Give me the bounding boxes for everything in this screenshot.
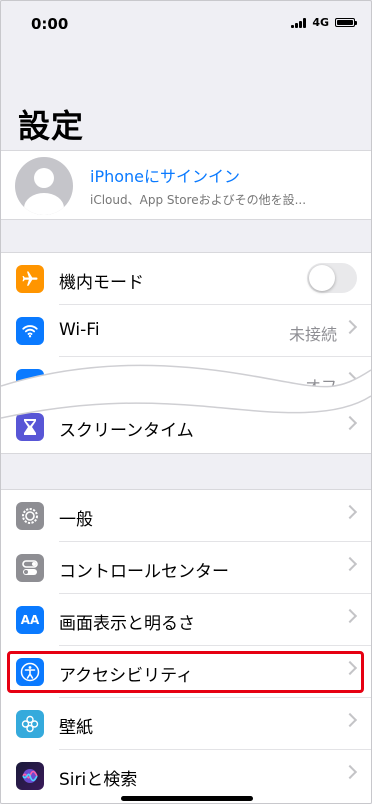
battery-icon [335,18,357,27]
avatar-icon [15,157,73,215]
wifi-label: Wi-Fi [59,320,100,340]
chevron-right-icon [342,556,358,572]
wifi-icon [16,317,44,345]
gear-icon [16,502,44,530]
general-row[interactable]: 一般 [1,490,371,542]
settings-screen: 0:00 4G 設定 iPhoneにサインイン iCloud、App Store… [0,0,372,804]
text-size-icon: AA [16,606,44,634]
control-center-row[interactable]: コントロールセンター [1,542,371,594]
wallpaper-row[interactable]: 壁紙 [1,698,371,750]
page-title: 設定 [18,107,85,145]
wifi-row[interactable]: Wi-Fi 未接続 [1,305,371,357]
wallpaper-label: 壁紙 [59,718,93,738]
siri-icon [16,762,44,790]
status-indicators: 4G [291,16,357,29]
signin-subtitle: iCloud、App Storeおよびその他を設... [90,193,307,207]
airplane-mode-row: 機内モード [1,253,371,305]
airplane-mode-toggle[interactable] [307,263,357,293]
chevron-right-icon [342,764,358,780]
wave-divider [1,364,371,419]
signal-icon [291,17,307,28]
siri-search-label: Siriと検索 [59,770,138,790]
signin-label: iPhoneにサインイン [90,167,241,186]
apple-id-signin-row[interactable]: iPhoneにサインイン iCloud、App Storeおよびその他を設... [1,150,371,220]
display-brightness-row[interactable]: AA 画面表示と明るさ [1,594,371,646]
chevron-right-icon [342,712,358,728]
home-indicator[interactable] [121,796,253,801]
status-time: 0:00 [31,15,69,33]
accessibility-highlight-frame [7,651,364,693]
siri-search-row[interactable]: Siriと検索 [1,750,371,802]
general-label: 一般 [59,510,93,530]
status-bar: 0:00 4G [1,1,371,45]
wifi-status: 未接続 [288,325,337,344]
network-type: 4G [312,16,329,29]
flower-icon [16,710,44,738]
switches-icon [16,554,44,582]
general-group: 一般 コントロールセンター AA 画面表示と明るさ アクセシビリティ 壁紙 Si… [1,489,371,803]
chevron-right-icon [342,504,358,520]
airplane-mode-label: 機内モード [59,273,144,293]
control-center-label: コントロールセンター [59,562,229,582]
chevron-right-icon [342,319,358,335]
chevron-right-icon [342,608,358,624]
airplane-icon [16,265,44,293]
display-brightness-label: 画面表示と明るさ [59,614,195,634]
